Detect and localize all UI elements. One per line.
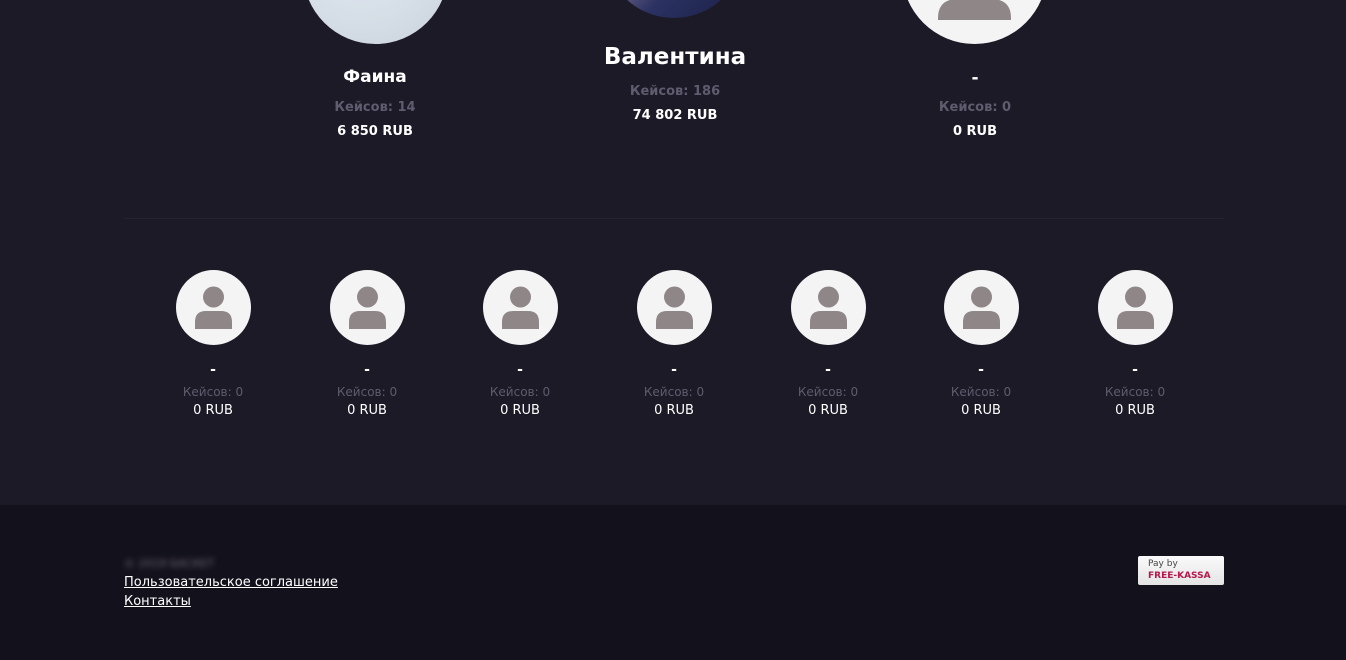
- default-user-icon: [501, 286, 539, 329]
- default-user-icon: [1116, 286, 1154, 329]
- player-cases-count: Кейсов: 0: [1104, 385, 1166, 399]
- player-cases-count: Кейсов: 14: [334, 100, 416, 115]
- default-user-icon: [194, 286, 232, 329]
- player-name: -: [825, 362, 831, 378]
- player-sum: 0 RUB: [808, 403, 848, 418]
- player-sum: 0 RUB: [952, 124, 998, 139]
- terms-link[interactable]: Пользовательское соглашение: [124, 575, 338, 590]
- pay-by-label: Pay by: [1148, 559, 1178, 569]
- avatar: [943, 270, 1019, 345]
- player-cases-count: Кейсов: 0: [938, 100, 1012, 115]
- copyright-text: © 2019 БАСКЕТ: [124, 557, 215, 570]
- avatar: [303, 0, 448, 44]
- player-sum: 6 850 RUB: [337, 124, 413, 139]
- default-user-icon: [655, 286, 693, 329]
- player-cases-count: Кейсов: 0: [950, 385, 1012, 399]
- avatar: [604, 0, 744, 18]
- free-kassa-badge[interactable]: Pay by FREE-KASSA: [1138, 556, 1224, 585]
- player-name: -: [671, 362, 677, 378]
- rank-item[interactable]: - Кейсов: 0 0 RUB: [921, 270, 1041, 418]
- player-cases-count: Кейсов: 0: [489, 385, 551, 399]
- default-user-icon: [962, 286, 1000, 329]
- avatar: [1097, 270, 1173, 345]
- player-name: -: [971, 68, 979, 88]
- player-name: -: [1132, 362, 1138, 378]
- player-name: -: [517, 362, 523, 378]
- player-name: -: [210, 362, 216, 378]
- leaderboard-page: Фаина Кейсов: 14 6 850 RUB Валентина Кей…: [0, 0, 1346, 660]
- player-name: Фаина: [343, 67, 407, 87]
- rank-item[interactable]: - Кейсов: 0 0 RUB: [307, 270, 427, 418]
- avatar: [482, 270, 558, 345]
- free-kassa-logo: FREE-KASSA: [1148, 571, 1211, 581]
- player-sum: 0 RUB: [500, 403, 540, 418]
- player-name: -: [978, 362, 984, 378]
- player-sum: 74 802 RUB: [632, 108, 718, 123]
- rank-item[interactable]: - Кейсов: 0 0 RUB: [768, 270, 888, 418]
- rank-item[interactable]: - Кейсов: 0 0 RUB: [460, 270, 580, 418]
- player-name: Валентина: [603, 44, 747, 70]
- player-name: -: [364, 362, 370, 378]
- contacts-link[interactable]: Контакты: [124, 594, 191, 609]
- default-user-icon: [809, 286, 847, 329]
- player-cases-count: Кейсов: 0: [182, 385, 244, 399]
- section-divider: [124, 218, 1224, 219]
- rank-item[interactable]: - Кейсов: 0 0 RUB: [153, 270, 273, 418]
- player-cases-count: Кейсов: 0: [797, 385, 859, 399]
- player-sum: 0 RUB: [347, 403, 387, 418]
- player-cases-count: Кейсов: 186: [629, 84, 721, 99]
- footer: © 2019 БАСКЕТ Пользовательское соглашени…: [0, 505, 1346, 660]
- player-sum: 0 RUB: [193, 403, 233, 418]
- player-sum: 0 RUB: [961, 403, 1001, 418]
- default-user-icon: [348, 286, 386, 329]
- default-user-icon: [938, 0, 1011, 20]
- player-sum: 0 RUB: [1115, 403, 1155, 418]
- rank-item[interactable]: - Кейсов: 0 0 RUB: [614, 270, 734, 418]
- avatar: [902, 0, 1047, 44]
- player-sum: 0 RUB: [654, 403, 694, 418]
- rank-item[interactable]: - Кейсов: 0 0 RUB: [1075, 270, 1195, 418]
- player-cases-count: Кейсов: 0: [643, 385, 705, 399]
- avatar: [790, 270, 866, 345]
- avatar: [636, 270, 712, 345]
- avatar: [329, 270, 405, 345]
- player-cases-count: Кейсов: 0: [336, 385, 398, 399]
- avatar: [175, 270, 251, 345]
